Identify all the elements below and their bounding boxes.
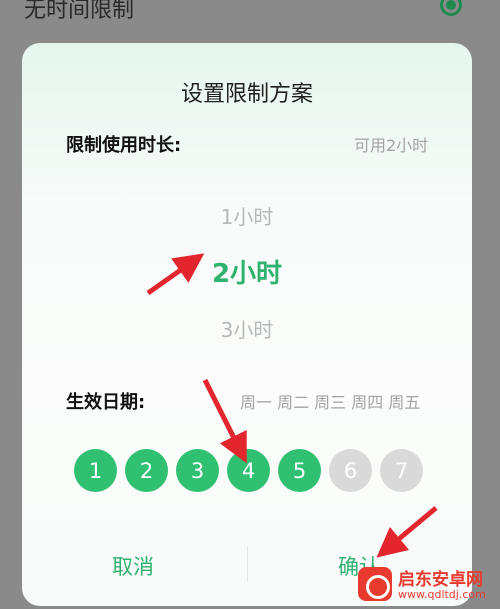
- footer-divider: [247, 546, 248, 582]
- picker-option[interactable]: 1小时: [22, 201, 472, 230]
- day-toggle-1[interactable]: 1: [74, 449, 117, 492]
- watermark-title: 启东安卓网: [398, 570, 483, 590]
- day-toggle-6[interactable]: 6: [329, 449, 372, 492]
- day-toggle-2[interactable]: 2: [125, 449, 168, 492]
- day-toggle-4[interactable]: 4: [227, 449, 270, 492]
- picker-option-selected[interactable]: 2小时: [22, 253, 472, 290]
- radio-selected-icon[interactable]: [440, 0, 462, 16]
- duration-hint: 可用2小时: [354, 136, 429, 155]
- picker-option[interactable]: 3小时: [22, 314, 472, 343]
- watermark-url: www.qdltdj.com: [398, 588, 486, 601]
- watermark-logo-icon: [358, 567, 392, 601]
- no-time-limit-label: 无时间限制: [24, 0, 135, 23]
- day-selector: 1 2 3 4 5 6 7: [74, 449, 434, 492]
- duration-label: 限制使用时长:: [66, 135, 182, 156]
- day-toggle-5[interactable]: 5: [278, 449, 321, 492]
- background-setting-row: 无时间限制: [0, 0, 500, 40]
- day-toggle-7[interactable]: 7: [380, 449, 423, 492]
- watermark: 启东安卓网 www.qdltdj.com: [358, 561, 498, 607]
- limit-plan-dialog: 设置限制方案 限制使用时长: 可用2小时 1小时 2小时 3小时 生效日期: 周…: [22, 43, 472, 606]
- day-toggle-3[interactable]: 3: [176, 449, 219, 492]
- effective-days-summary: 周一 周二 周三 周四 周五: [240, 393, 421, 412]
- cancel-button[interactable]: 取消: [112, 551, 154, 581]
- dialog-title: 设置限制方案: [180, 82, 313, 107]
- effective-date-label: 生效日期:: [66, 392, 146, 413]
